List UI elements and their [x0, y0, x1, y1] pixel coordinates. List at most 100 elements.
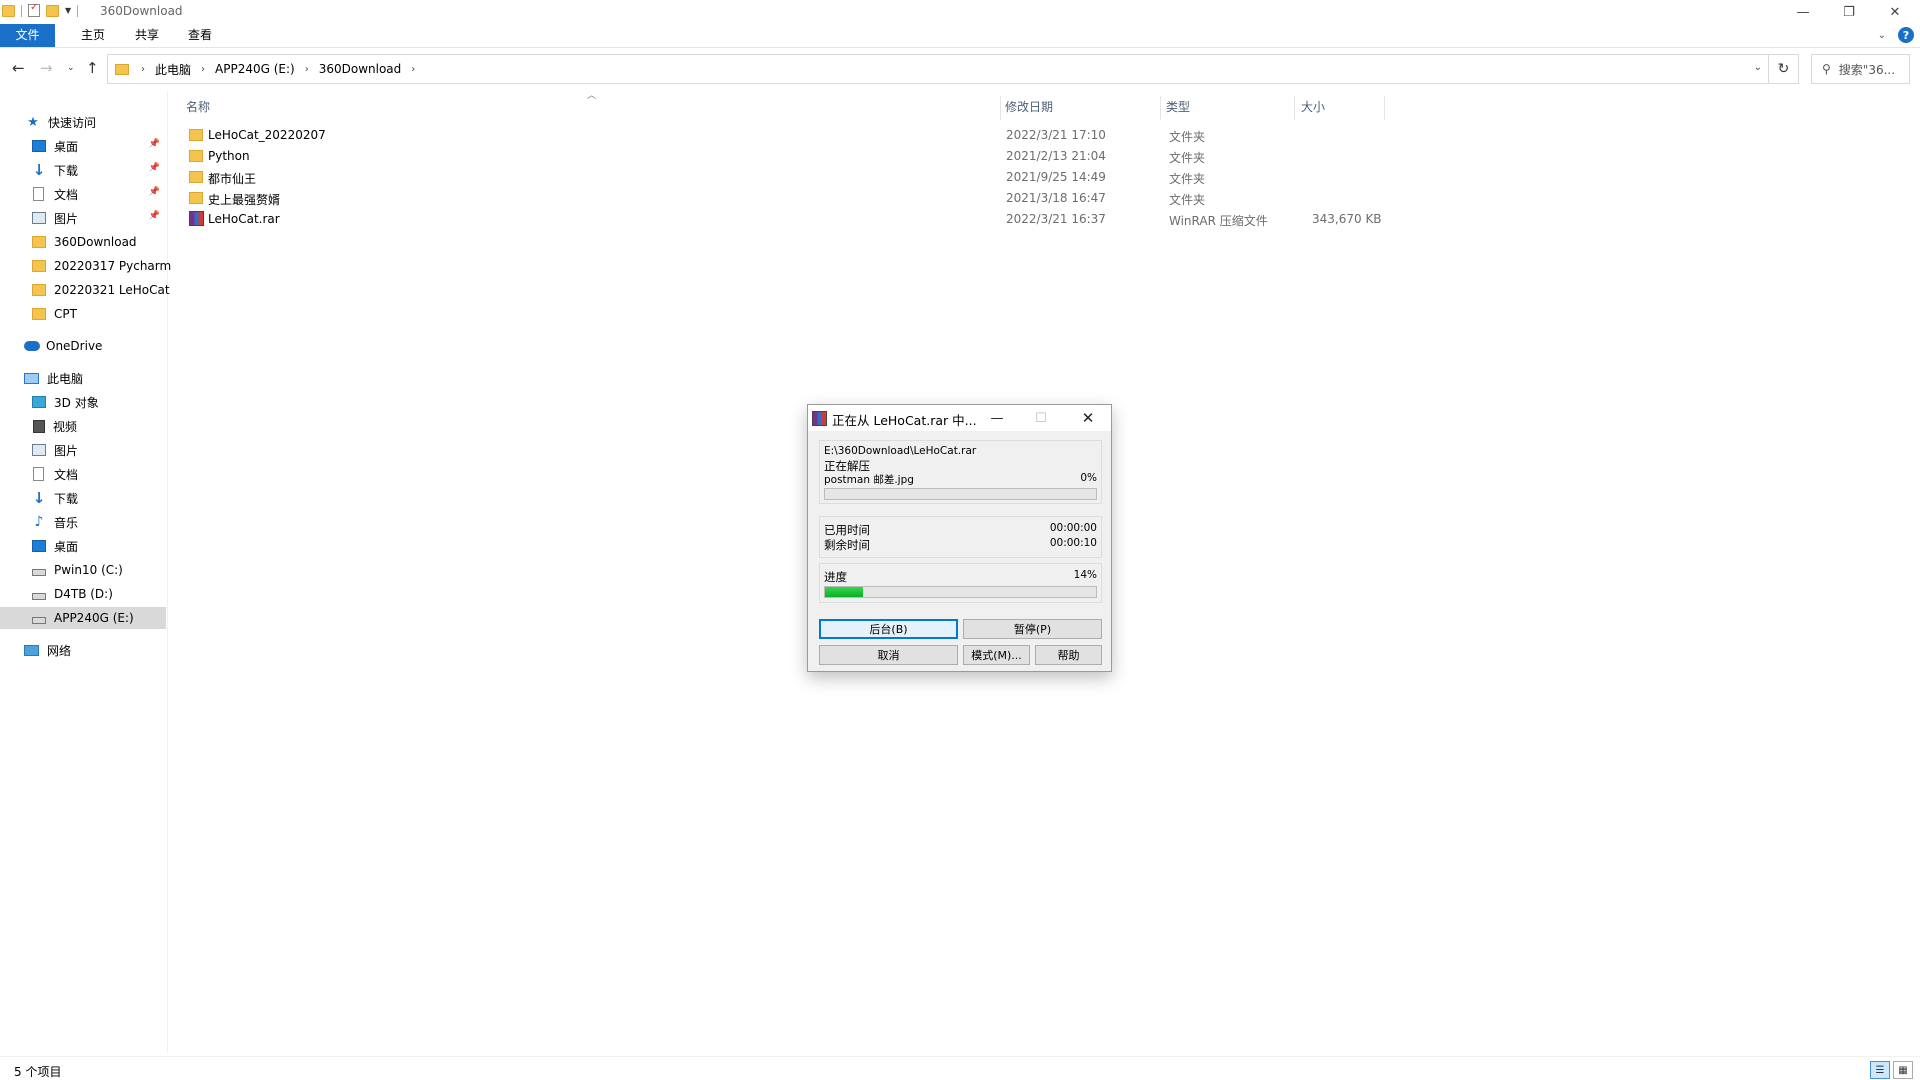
sidebar-item-cpt[interactable]: CPT	[0, 303, 166, 325]
mode-button[interactable]: 模式(M)...	[963, 645, 1030, 665]
pause-button[interactable]: 暂停(P)	[963, 619, 1102, 639]
help-icon[interactable]: ?	[1898, 27, 1914, 43]
file-row[interactable]: LeHoCat_20220207 2022/3/21 17:10 文件夹	[186, 126, 1386, 146]
large-icons-view-icon[interactable]: ▦	[1893, 1061, 1913, 1079]
tab-file[interactable]: 文件	[0, 24, 55, 47]
sidebar-item-documents[interactable]: 文档 📌	[0, 183, 166, 205]
breadcrumb-360download[interactable]: 360Download	[315, 62, 406, 76]
breadcrumb-separator-icon[interactable]: ›	[299, 64, 315, 75]
sidebar-item-label: 桌面	[54, 139, 79, 154]
file-row[interactable]: Python 2021/2/13 21:04 文件夹	[186, 147, 1386, 167]
dialog-title-bar[interactable]: 正在从 LeHoCat.rar 中... — ☐ ✕	[808, 405, 1111, 431]
sidebar-item-lehocat[interactable]: 20220321 LeHoCat	[0, 279, 170, 301]
pin-icon[interactable]: 📌	[149, 139, 160, 149]
sidebar-item-3d-objects[interactable]: 3D 对象	[0, 391, 166, 413]
minimize-icon[interactable]: —	[1780, 0, 1826, 24]
sidebar-item-music[interactable]: ♪ 音乐	[0, 511, 166, 533]
sidebar-item-360download[interactable]: 360Download	[0, 231, 166, 253]
sidebar-item-this-pc[interactable]: 此电脑	[0, 367, 166, 389]
breadcrumb-separator-icon[interactable]: ›	[405, 64, 421, 75]
column-header-type[interactable]: 类型	[1166, 96, 1190, 120]
video-icon	[33, 419, 45, 433]
sidebar-item-label: 网络	[47, 643, 72, 658]
sidebar-item-drive-c[interactable]: Pwin10 (C:)	[0, 559, 166, 581]
sidebar-item-videos[interactable]: 视频	[0, 415, 166, 437]
properties-icon[interactable]	[28, 2, 40, 17]
cancel-button[interactable]: 取消	[819, 645, 958, 665]
sidebar-item-desktop-pc[interactable]: 桌面	[0, 535, 166, 557]
column-header-name[interactable]: 名称	[186, 96, 210, 120]
navigation-pane: ★ 快速访问 桌面 📌 ↓ 下载 📌 文档 📌 图片 📌 360Download…	[0, 92, 171, 1052]
breadcrumb-this-pc[interactable]: 此电脑	[151, 61, 195, 78]
desktop-icon	[32, 540, 46, 552]
details-view-icon[interactable]: ☰	[1870, 1061, 1890, 1079]
pc-icon	[24, 372, 39, 384]
tab-view[interactable]: 查看	[175, 24, 225, 47]
sidebar-item-onedrive[interactable]: OneDrive	[0, 335, 166, 357]
sidebar-item-pictures-pc[interactable]: 图片	[0, 439, 166, 461]
file-row[interactable]: LeHoCat.rar 2022/3/21 16:37 WinRAR 压缩文件 …	[186, 210, 1386, 230]
tab-home[interactable]: 主页	[68, 24, 118, 47]
file-progress-bar	[824, 488, 1097, 500]
column-header-date[interactable]: 修改日期	[1005, 96, 1053, 120]
help-button[interactable]: 帮助	[1035, 645, 1102, 665]
pin-icon[interactable]: 📌	[149, 187, 160, 197]
remaining-label: 剩余时间	[824, 538, 870, 552]
background-button[interactable]: 后台(B)	[819, 619, 958, 639]
system-drive-icon	[32, 568, 46, 576]
elapsed-value: 00:00:00	[1049, 522, 1097, 534]
sidebar-item-label: CPT	[54, 307, 77, 321]
sidebar-item-quick-access[interactable]: ★ 快速访问	[0, 111, 166, 133]
breadcrumb-separator-icon[interactable]: ›	[195, 64, 211, 75]
file-date: 2021/9/25 14:49	[1006, 170, 1106, 184]
tab-share[interactable]: 共享	[122, 24, 172, 47]
breadcrumb-drive-e[interactable]: APP240G (E:)	[211, 62, 299, 76]
quick-access-toolbar: ▼	[2, 2, 79, 17]
back-arrow-icon[interactable]: ←	[12, 59, 25, 77]
restore-icon[interactable]: ❐	[1826, 0, 1872, 24]
file-row[interactable]: 史上最强赘婿 2021/3/18 16:47 文件夹	[186, 189, 1386, 209]
sidebar-item-drive-d[interactable]: D4TB (D:)	[0, 583, 166, 605]
folder-icon	[189, 129, 203, 141]
customize-toolbar-dropdown-icon[interactable]: ▼	[65, 6, 71, 15]
sidebar-item-downloads[interactable]: ↓ 下载 📌	[0, 159, 166, 181]
column-divider[interactable]	[1294, 96, 1295, 120]
new-folder-icon[interactable]	[46, 4, 59, 17]
column-divider[interactable]	[1384, 96, 1385, 120]
sidebar-item-documents-pc[interactable]: 文档	[0, 463, 166, 485]
close-icon[interactable]: ✕	[1066, 405, 1110, 431]
pin-icon[interactable]: 📌	[149, 163, 160, 173]
file-date: 2021/3/18 16:47	[1006, 191, 1106, 205]
expand-ribbon-chevron-icon[interactable]: ⌄	[1878, 30, 1886, 41]
sidebar-item-pictures[interactable]: 图片 📌	[0, 207, 166, 229]
sidebar-item-label: APP240G (E:)	[54, 611, 134, 625]
sidebar-item-pycharm[interactable]: 20220317 Pycharm	[0, 255, 171, 277]
up-arrow-icon[interactable]: ↑	[86, 59, 99, 77]
sidebar-item-label: 20220321 LeHoCat	[54, 283, 170, 297]
sidebar-item-label: 图片	[54, 443, 79, 458]
sidebar-item-label: 视频	[53, 419, 78, 434]
breadcrumb-separator-icon[interactable]: ›	[135, 64, 151, 75]
sidebar-item-downloads-pc[interactable]: ↓ 下载	[0, 487, 166, 509]
pin-icon[interactable]: 📌	[149, 211, 160, 221]
column-divider[interactable]	[1160, 96, 1161, 120]
sidebar-item-desktop[interactable]: 桌面 📌	[0, 135, 166, 157]
sidebar-item-label: 360Download	[54, 235, 137, 249]
close-icon[interactable]: ✕	[1872, 0, 1918, 24]
search-box[interactable]: ⚲ 搜索"36...	[1811, 54, 1910, 84]
sidebar-item-drive-e[interactable]: APP240G (E:)	[0, 607, 166, 629]
file-row[interactable]: 都市仙王 2021/9/25 14:49 文件夹	[186, 168, 1386, 188]
column-divider[interactable]	[1000, 96, 1001, 120]
minimize-icon[interactable]: —	[975, 405, 1019, 431]
sidebar-item-label: 下载	[54, 491, 79, 506]
refresh-icon[interactable]: ↻	[1769, 54, 1799, 84]
forward-arrow-icon[interactable]: →	[40, 59, 53, 77]
sidebar-item-label: 下载	[54, 163, 79, 178]
address-bar[interactable]: › 此电脑 › APP240G (E:) › 360Download › ⌄	[107, 54, 1769, 84]
recent-locations-chevron-icon[interactable]: ⌄	[67, 63, 75, 73]
column-header-size[interactable]: 大小	[1301, 96, 1325, 120]
sidebar-item-network[interactable]: 网络	[0, 639, 166, 661]
star-icon: ★	[27, 114, 39, 130]
address-dropdown-chevron-icon[interactable]: ⌄	[1754, 62, 1762, 73]
folder-icon	[189, 171, 203, 183]
